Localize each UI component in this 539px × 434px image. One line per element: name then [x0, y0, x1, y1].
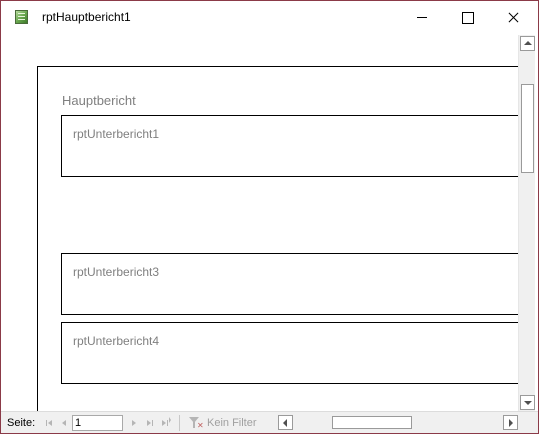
- report-window: rptHauptbericht1 Hauptbericht rptUnterbe…: [0, 0, 539, 434]
- first-page-icon[interactable]: [43, 416, 57, 430]
- horizontal-scrollbar[interactable]: [277, 414, 519, 431]
- separator: [179, 415, 180, 431]
- subreport-label: rptUnterbericht4: [73, 334, 160, 348]
- access-report-icon: [15, 10, 28, 24]
- page-number-input[interactable]: [72, 415, 123, 431]
- filter-status[interactable]: Kein Filter: [207, 417, 257, 429]
- title-bar[interactable]: rptHauptbericht1: [1, 1, 538, 34]
- page-label: Seite:: [7, 417, 36, 429]
- report-page: Hauptbericht rptUnterbericht1 rptUnterbe…: [37, 66, 518, 411]
- previous-page-icon[interactable]: [57, 416, 71, 430]
- horizontal-scroll-thumb[interactable]: [332, 416, 412, 429]
- subreport-3[interactable]: rptUnterbericht3: [61, 253, 518, 315]
- scroll-down-arrow-icon[interactable]: [520, 395, 535, 410]
- subreport-label: rptUnterbericht1: [73, 127, 160, 141]
- new-record-icon[interactable]: [159, 416, 173, 430]
- record-navigation-bar: Seite: ✕ Kein Filter: [1, 411, 538, 433]
- last-page-icon[interactable]: [143, 416, 157, 430]
- minimize-button[interactable]: [399, 1, 445, 34]
- vertical-scroll-thumb[interactable]: [521, 84, 534, 173]
- next-page-icon[interactable]: [127, 416, 141, 430]
- report-preview-area: Hauptbericht rptUnterbericht1 rptUnterbe…: [4, 35, 518, 411]
- resize-grip-icon[interactable]: [521, 416, 535, 430]
- scroll-left-arrow-icon[interactable]: [278, 415, 293, 430]
- close-button[interactable]: [490, 1, 536, 34]
- vertical-scrollbar[interactable]: [518, 35, 535, 411]
- scroll-right-arrow-icon[interactable]: [503, 415, 518, 430]
- maximize-button[interactable]: [444, 1, 490, 34]
- report-title: Hauptbericht: [62, 93, 136, 108]
- subreport-label: rptUnterbericht3: [73, 265, 160, 279]
- subreport-4[interactable]: rptUnterbericht4: [61, 322, 518, 384]
- window-title: rptHauptbericht1: [42, 10, 131, 24]
- scroll-up-arrow-icon[interactable]: [520, 36, 535, 51]
- no-filter-x-icon: ✕: [197, 421, 204, 430]
- subreport-1[interactable]: rptUnterbericht1: [61, 115, 518, 177]
